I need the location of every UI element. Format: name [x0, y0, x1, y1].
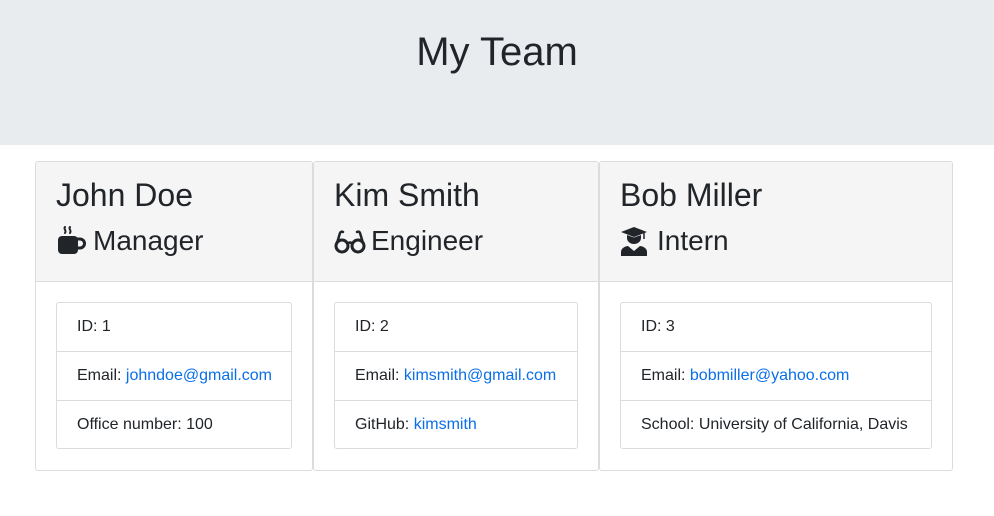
employee-card-engineer: Kim Smith Engineer ID: 2 Email: kimsmith…: [313, 161, 599, 471]
page-header: My Team: [0, 0, 994, 145]
role-label: Engineer: [371, 225, 484, 256]
card-body: ID: 2 Email: kimsmith@gmail.com GitHub: …: [314, 282, 598, 469]
email-prefix: Email:: [641, 367, 690, 384]
email-prefix: Email:: [77, 367, 126, 384]
office-number-item: Office number: 100: [77, 416, 213, 433]
glasses-icon: [334, 226, 366, 256]
card-header: Bob Miller Intern: [600, 162, 952, 282]
info-list: ID: 3 Email: bobmiller@yahoo.com School:…: [620, 302, 932, 449]
card-header: Kim Smith Engineer: [314, 162, 598, 282]
email-link[interactable]: bobmiller@yahoo.com: [690, 367, 849, 384]
email-item: Email: johndoe@gmail.com: [57, 352, 291, 401]
github-prefix: GitHub:: [355, 416, 414, 433]
github-item: GitHub: kimsmith: [335, 401, 577, 448]
employee-card-intern: Bob Miller Intern ID: 3 Email: bobmiller…: [599, 161, 953, 471]
employee-role: Manager: [56, 224, 312, 258]
employee-name: Bob Miller: [620, 177, 763, 213]
employee-name: Kim Smith: [334, 177, 480, 213]
id-item: ID: 2: [335, 303, 577, 352]
graduate-icon: [620, 226, 650, 256]
email-prefix: Email:: [355, 367, 404, 384]
email-link[interactable]: kimsmith@gmail.com: [404, 367, 556, 384]
employee-role: Engineer: [334, 224, 598, 258]
mug-icon: [56, 226, 86, 256]
page-title: My Team: [416, 30, 578, 74]
github-link[interactable]: kimsmith: [414, 416, 477, 433]
info-list: ID: 2 Email: kimsmith@gmail.com GitHub: …: [334, 302, 578, 449]
id-item: ID: 3: [621, 303, 931, 352]
school-item: School: University of California, Davis: [641, 416, 908, 433]
card-header: John Doe Manager: [36, 162, 312, 282]
id-item: ID: 1: [57, 303, 291, 352]
employee-card-manager: John Doe Manager ID: 1 Email: johndoe@gm…: [35, 161, 313, 471]
email-link[interactable]: johndoe@gmail.com: [126, 367, 272, 384]
employee-role: Intern: [620, 224, 952, 258]
role-label: Intern: [657, 225, 729, 256]
card-body: ID: 1 Email: johndoe@gmail.com Office nu…: [36, 282, 312, 469]
card-body: ID: 3 Email: bobmiller@yahoo.com School:…: [600, 282, 952, 469]
role-label: Manager: [93, 225, 204, 256]
info-list: ID: 1 Email: johndoe@gmail.com Office nu…: [56, 302, 292, 449]
email-item: Email: kimsmith@gmail.com: [335, 352, 577, 401]
email-item: Email: bobmiller@yahoo.com: [621, 352, 931, 401]
employee-name: John Doe: [56, 177, 193, 213]
